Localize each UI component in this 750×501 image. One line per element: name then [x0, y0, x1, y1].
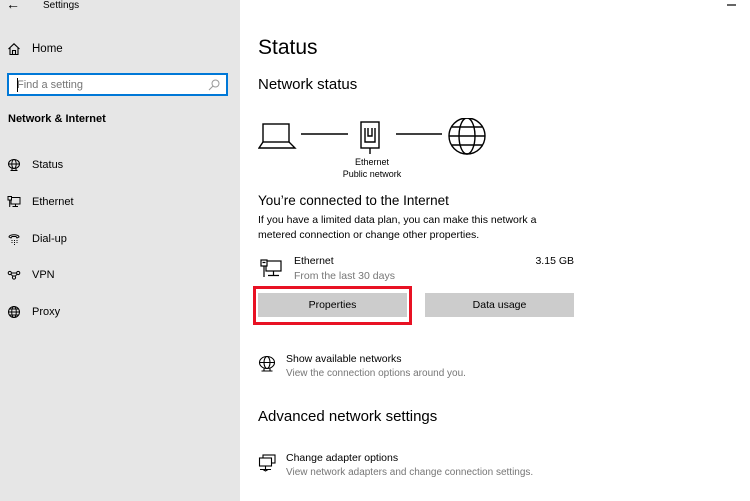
properties-button[interactable]: Properties: [258, 293, 407, 317]
data-usage-amount: 3.15 GB: [535, 255, 574, 267]
ethernet-port-icon: [360, 121, 380, 154]
sidebar-item-label: Dial-up: [32, 233, 67, 245]
network-status-heading: Network status: [258, 76, 358, 93]
connection-row: Ethernet From the last 30 days 3.15 GB: [258, 254, 574, 286]
advanced-settings-heading: Advanced network settings: [258, 408, 438, 425]
networks-globe-icon: [258, 355, 276, 372]
link-subtitle: View the connection options around you.: [286, 368, 466, 379]
sidebar-item-ethernet[interactable]: Ethernet: [7, 193, 74, 211]
connection-period: From the last 30 days: [294, 270, 395, 282]
connected-description: If you have a limited data plan, you can…: [258, 214, 537, 241]
sidebar-item-label: Ethernet: [32, 196, 74, 208]
sidebar: ← Settings Home Network & Internet Statu…: [0, 0, 240, 501]
ethernet-icon: [260, 259, 282, 277]
adapter-icon: [258, 454, 276, 472]
search-icon[interactable]: [207, 78, 221, 92]
sidebar-home[interactable]: Home: [7, 40, 63, 58]
link-title: Show available networks: [286, 353, 402, 365]
connection-name: Ethernet: [294, 255, 334, 267]
status-globe-icon: [8, 159, 20, 171]
ethernet-icon: [7, 196, 21, 207]
text-caret: [17, 78, 18, 92]
sidebar-item-dial-up[interactable]: Dial-up: [7, 230, 67, 248]
home-icon: [8, 43, 20, 56]
search-box[interactable]: [7, 73, 228, 96]
page-title: Status: [258, 36, 318, 59]
sidebar-item-label: Status: [32, 159, 64, 171]
title-bar: ← Settings: [0, 0, 240, 14]
data-usage-button[interactable]: Data usage: [425, 293, 574, 317]
sidebar-item-proxy[interactable]: Proxy: [7, 303, 60, 321]
show-available-networks-link[interactable]: Show available networks View the connect…: [258, 353, 588, 383]
vpn-icon: [7, 270, 21, 280]
section-title: Network & Internet: [8, 113, 106, 125]
sidebar-item-label: Proxy: [32, 306, 61, 318]
proxy-globe-icon: [8, 306, 20, 318]
sidebar-item-status[interactable]: Status: [7, 156, 63, 174]
search-input[interactable]: [9, 75, 207, 94]
minimize-icon[interactable]: [727, 4, 736, 6]
network-type-label: Public network: [342, 169, 402, 179]
change-adapter-options-link[interactable]: Change adapter options View network adap…: [258, 452, 588, 482]
sidebar-item-vpn[interactable]: VPN: [7, 266, 55, 284]
connected-heading: You’re connected to the Internet: [258, 193, 449, 208]
home-label: Home: [32, 43, 63, 55]
app-title: Settings: [43, 0, 80, 11]
link-title: Change adapter options: [286, 452, 399, 464]
adapter-name-label: Ethernet: [354, 157, 390, 167]
dialup-phone-icon: [8, 234, 20, 245]
back-arrow-icon[interactable]: ←: [6, 0, 22, 12]
sidebar-item-label: VPN: [32, 269, 55, 281]
link-subtitle: View network adapters and change connect…: [286, 467, 534, 478]
globe-icon: [448, 118, 486, 155]
laptop-icon: [258, 123, 297, 149]
